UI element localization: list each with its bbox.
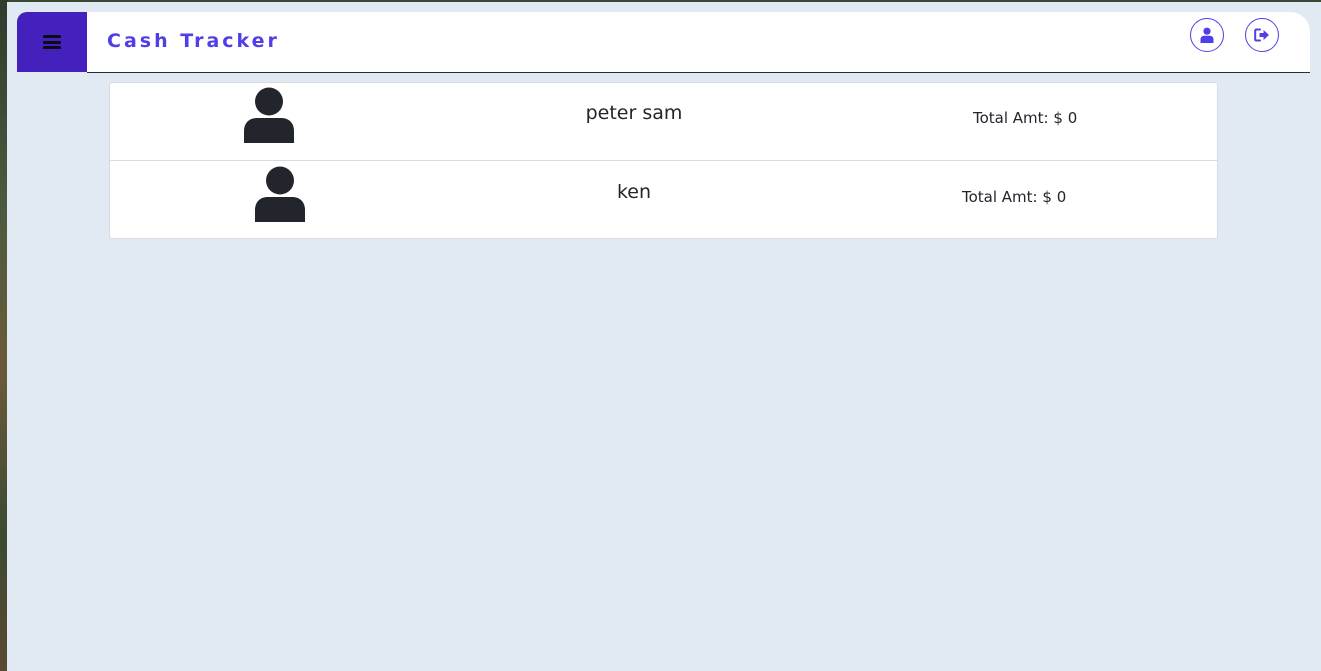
user-icon <box>1200 27 1214 43</box>
logout-button[interactable] <box>1245 18 1279 52</box>
hamburger-menu-icon <box>43 35 61 49</box>
list-item[interactable]: ken Total Amt: $ 0 <box>110 161 1217 238</box>
top-navbar: Cash Tracker <box>87 12 1310 73</box>
profile-button[interactable] <box>1190 18 1224 52</box>
person-name: ken <box>616 181 652 203</box>
app-title: Cash Tracker <box>107 30 280 52</box>
menu-toggle-button[interactable] <box>17 12 87 72</box>
person-total-amount: Total Amt: $ 0 <box>973 109 1078 127</box>
user-avatar-icon <box>244 87 294 143</box>
people-list: peter sam Total Amt: $ 0 ken Total Amt: … <box>109 82 1218 239</box>
user-avatar-icon <box>255 166 305 222</box>
list-item[interactable]: peter sam Total Amt: $ 0 <box>110 83 1217 161</box>
person-name: peter sam <box>585 102 683 124</box>
sign-out-icon <box>1254 28 1269 42</box>
app-window: Cash Tracker peter sam Total Amt: $ 0 ke… <box>7 2 1321 671</box>
person-total-amount: Total Amt: $ 0 <box>962 188 1067 206</box>
